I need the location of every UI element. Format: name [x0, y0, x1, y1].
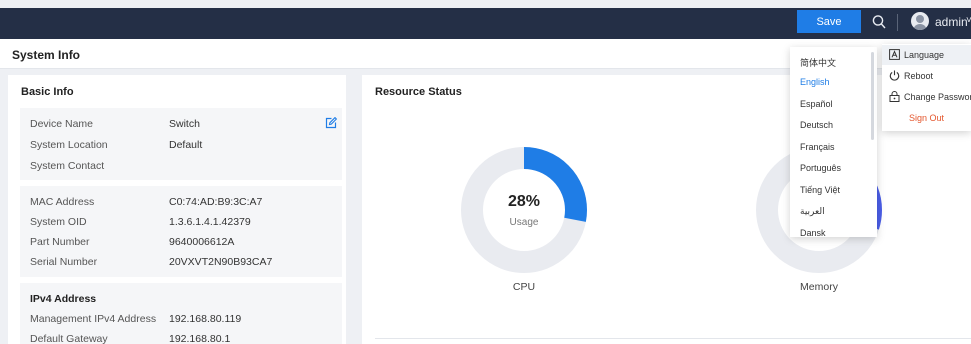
user-avatar-icon[interactable] — [911, 12, 929, 30]
menu-item-change-password[interactable]: Change Password — [882, 87, 971, 107]
info-value: 20VXVT2N90B93CA7 — [169, 256, 273, 268]
resource-status-card: Resource Status 28% Usage CPU Memory — [362, 75, 971, 344]
cpu-usage-percent: 28% — [507, 193, 541, 210]
info-label: Part Number — [30, 236, 90, 248]
info-value: 1.3.6.1.4.1.42379 — [169, 216, 251, 228]
language-icon — [889, 49, 900, 60]
language-option[interactable]: العربية — [800, 206, 825, 217]
topbar-divider — [897, 14, 898, 31]
info-value: Switch — [169, 118, 200, 130]
user-name[interactable]: admin — [935, 15, 968, 29]
page-title: System Info — [12, 48, 81, 62]
language-scrollbar[interactable] — [871, 52, 874, 140]
hardware-info-group: MAC Address C0:74:AD:B9:3C:A7 System OID… — [20, 186, 342, 277]
info-value: 192.168.80.119 — [169, 313, 242, 325]
menu-item-language[interactable]: Language — [882, 45, 971, 65]
menu-item-label: Language — [904, 50, 945, 60]
ipv4-info-group: IPv4 Address Management IPv4 Address 192… — [20, 283, 342, 344]
info-label: MAC Address — [30, 196, 95, 208]
info-label: System Location — [30, 139, 108, 151]
top-bar: Save admin ˅ — [0, 8, 971, 39]
resource-status-title: Resource Status — [375, 86, 462, 98]
search-icon[interactable] — [872, 14, 886, 30]
info-value: 9640006612A — [169, 236, 235, 248]
info-label: Serial Number — [30, 256, 98, 268]
cpu-label: CPU — [512, 281, 536, 293]
lock-icon — [889, 91, 900, 102]
language-option[interactable]: Deutsch — [800, 120, 833, 130]
info-label: Default Gateway — [30, 333, 108, 344]
language-option[interactable]: Português — [800, 163, 841, 173]
language-option[interactable]: Dansk — [800, 228, 826, 237]
language-option[interactable]: 简体中文 — [800, 56, 836, 69]
sign-out-link[interactable]: Sign Out — [882, 113, 971, 123]
menu-item-reboot[interactable]: Reboot — [882, 66, 971, 86]
section-divider — [375, 338, 971, 339]
ipv4-section-title: IPv4 Address — [30, 293, 97, 305]
info-label: System Contact — [30, 160, 105, 172]
info-value: Default — [169, 139, 203, 151]
language-option[interactable]: Tiếng Việt — [800, 185, 840, 195]
power-icon — [889, 70, 900, 81]
memory-label: Memory — [800, 281, 838, 293]
info-label: System OID — [30, 216, 87, 228]
menu-item-label: Reboot — [904, 71, 934, 81]
language-dropdown: 简体中文 English Español Deutsch Français Po… — [790, 47, 877, 237]
save-button[interactable]: Save — [797, 10, 861, 33]
user-menu: Language Reboot Change Password Sign Out — [882, 44, 971, 131]
info-label: Device Name — [30, 118, 94, 130]
basic-info-card: Basic Info Device Name Switch System Loc… — [8, 75, 346, 344]
info-value: 192.168.80.1 — [169, 333, 231, 344]
chevron-down-icon[interactable]: ˅ — [966, 15, 971, 26]
language-option[interactable]: Français — [800, 142, 835, 152]
language-option-selected[interactable]: English — [800, 77, 830, 87]
menu-item-label: Change Password — [904, 92, 971, 102]
info-label: Management IPv4 Address — [30, 313, 157, 325]
device-info-group: Device Name Switch System Location Defau… — [20, 108, 342, 180]
basic-info-title: Basic Info — [21, 86, 74, 98]
language-option[interactable]: Español — [800, 99, 833, 109]
info-value: C0:74:AD:B9:3C:A7 — [169, 196, 263, 208]
cpu-usage-sublabel: Usage — [509, 217, 539, 228]
edit-icon[interactable] — [325, 117, 337, 129]
